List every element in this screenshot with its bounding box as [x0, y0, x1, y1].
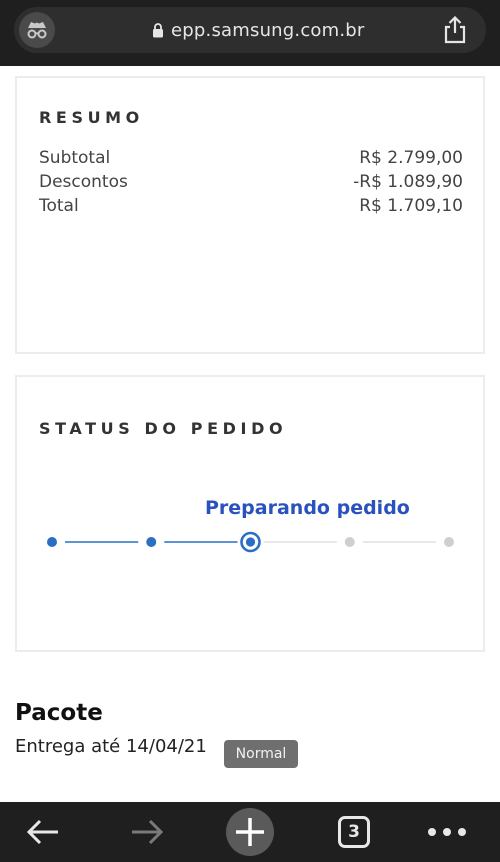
new-tab-button[interactable] — [224, 802, 276, 862]
status-title: STATUS DO PEDIDO — [39, 419, 288, 438]
url-text: epp.samsung.com.br — [171, 19, 365, 41]
pacote-title: Pacote — [15, 700, 103, 726]
resumo-title: RESUMO — [39, 108, 144, 127]
tabs-button[interactable]: 3 — [334, 802, 374, 862]
shipping-type-badge: Normal — [224, 740, 298, 768]
descontos-label: Descontos — [39, 172, 128, 192]
progress-step-done — [47, 537, 57, 547]
delivery-date: Entrega até 14/04/21 — [15, 736, 207, 757]
progress-step-pending — [344, 537, 355, 547]
subtotal-row: Subtotal R$ 2.799,00 — [39, 148, 463, 168]
resumo-card: RESUMO Subtotal R$ 2.799,00 Descontos -R… — [15, 76, 485, 354]
progress-step-pending — [444, 537, 454, 547]
address-bar[interactable]: epp.samsung.com.br — [14, 7, 486, 53]
total-value: R$ 1.709,10 — [359, 196, 463, 216]
order-progress-tracker — [47, 531, 454, 553]
arrow-right-icon — [132, 819, 164, 845]
descontos-row: Descontos -R$ 1.089,90 — [39, 172, 463, 192]
progress-step-current — [245, 537, 256, 547]
lock-icon — [153, 22, 163, 37]
status-card: STATUS DO PEDIDO Preparando pedido — [15, 375, 485, 652]
incognito-icon[interactable] — [19, 12, 55, 48]
tab-count: 3 — [348, 822, 360, 842]
total-label: Total — [39, 196, 79, 216]
progress-step-done — [146, 537, 157, 547]
arrow-left-icon — [26, 819, 58, 845]
more-dots-icon — [428, 828, 466, 836]
url-display[interactable]: epp.samsung.com.br — [152, 19, 365, 41]
forward-button[interactable] — [124, 802, 170, 862]
plus-icon — [226, 808, 274, 856]
browser-bottom-bar: 3 — [0, 802, 500, 862]
tabs-count-icon: 3 — [338, 816, 370, 848]
descontos-value: -R$ 1.089,90 — [353, 172, 463, 192]
more-menu-button[interactable] — [424, 802, 470, 862]
subtotal-label: Subtotal — [39, 148, 111, 168]
back-button[interactable] — [20, 802, 66, 862]
total-row: Total R$ 1.709,10 — [39, 196, 463, 216]
browser-top-bar: epp.samsung.com.br — [0, 0, 500, 66]
current-step-label: Preparando pedido — [205, 497, 410, 519]
subtotal-value: R$ 2.799,00 — [359, 148, 463, 168]
share-icon[interactable] — [442, 16, 468, 44]
